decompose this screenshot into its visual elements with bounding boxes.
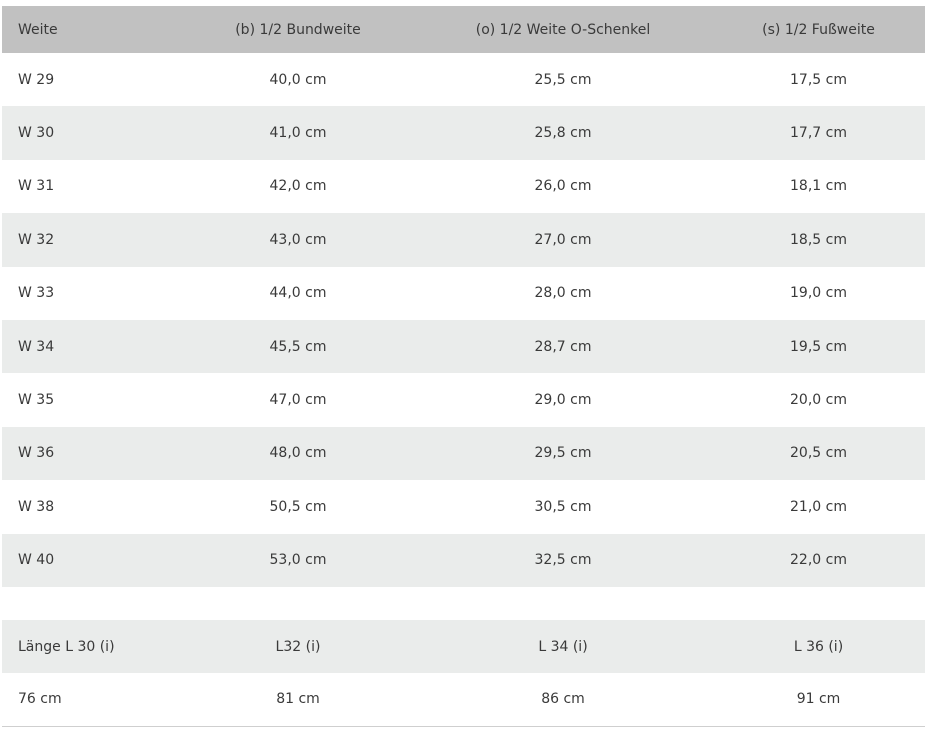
cell-o-schenkel: 30,5 cm xyxy=(534,498,592,515)
header-cell-bundweite: (b) 1/2 Bundweite xyxy=(235,21,361,38)
cell-size: W 29 xyxy=(18,71,55,88)
cell-o-schenkel: 26,0 cm xyxy=(534,178,592,195)
header-cell-o-schenkel: (o) 1/2 Weite O-Schenkel xyxy=(475,21,651,38)
cell-size: W 30 xyxy=(18,125,55,142)
cell-size: W 31 xyxy=(18,178,55,195)
length-cell-l34: L 34 (i) xyxy=(538,638,588,655)
cell-size: W 38 xyxy=(18,498,55,515)
cell-bundweite: 48,0 cm xyxy=(269,445,327,462)
table-row: W 30 41,0 cm 25,8 cm 17,7 cm xyxy=(2,106,925,160)
table-row: W 36 48,0 cm 29,5 cm 20,5 cm xyxy=(2,426,925,481)
length-values-row: 76 cm 81 cm 86 cm 91 cm xyxy=(2,673,925,727)
cell-size: W 34 xyxy=(18,338,55,355)
cell-fussweite: 19,5 cm xyxy=(790,338,847,355)
cell-fussweite: 18,1 cm xyxy=(790,178,847,195)
table-row: W 32 43,0 cm 27,0 cm 18,5 cm xyxy=(2,213,925,267)
length-cell-l30: Länge L 30 (i) xyxy=(18,638,115,655)
length-cell-l36: L 36 (i) xyxy=(793,638,844,655)
cell-o-schenkel: 28,0 cm xyxy=(534,285,592,302)
table-row: W 31 42,0 cm 26,0 cm 18,1 cm xyxy=(2,159,925,214)
header-cell-fussweite: (s) 1/2 Fußweite xyxy=(762,21,875,38)
table-row: W 34 45,5 cm 28,7 cm 19,5 cm xyxy=(2,319,925,374)
cell-fussweite: 22,0 cm xyxy=(790,552,847,569)
cell-o-schenkel: 29,0 cm xyxy=(534,392,592,409)
cell-fussweite: 20,5 cm xyxy=(790,445,847,462)
cell-bundweite: 44,0 cm xyxy=(269,285,327,302)
length-cell-l32: L32 (i) xyxy=(275,638,321,655)
length-header-row: Länge L 30 (i) L32 (i) L 34 (i) L 36 (i) xyxy=(2,619,925,674)
cell-bundweite: 53,0 cm xyxy=(269,552,327,569)
cell-bundweite: 45,5 cm xyxy=(269,338,327,355)
length-value-l30: 76 cm xyxy=(18,691,62,708)
cell-o-schenkel: 25,8 cm xyxy=(534,125,592,142)
cell-size: W 33 xyxy=(18,285,55,302)
cell-size: W 35 xyxy=(18,392,55,409)
table-row: W 33 44,0 cm 28,0 cm 19,0 cm xyxy=(2,266,925,320)
table-row: W 40 53,0 cm 32,5 cm 22,0 cm xyxy=(2,533,925,587)
table-row: W 38 50,5 cm 30,5 cm 21,0 cm xyxy=(2,480,925,534)
cell-size: W 40 xyxy=(18,552,55,569)
cell-o-schenkel: 29,5 cm xyxy=(534,445,592,462)
cell-bundweite: 42,0 cm xyxy=(269,178,327,195)
cell-fussweite: 17,7 cm xyxy=(790,125,847,142)
length-value-l34: 86 cm xyxy=(541,691,585,708)
header-cell-weite: Weite xyxy=(18,21,58,38)
cell-o-schenkel: 27,0 cm xyxy=(534,231,592,248)
cell-o-schenkel: 25,5 cm xyxy=(534,71,592,88)
cell-bundweite: 41,0 cm xyxy=(269,125,327,142)
cell-fussweite: 19,0 cm xyxy=(790,285,847,302)
length-value-l32: 81 cm xyxy=(276,691,320,708)
cell-size: W 36 xyxy=(18,445,55,462)
table-header-row: Weite (b) 1/2 Bundweite (o) 1/2 Weite O-… xyxy=(2,6,925,53)
cell-fussweite: 17,5 cm xyxy=(790,71,847,88)
cell-bundweite: 40,0 cm xyxy=(269,71,327,88)
cell-bundweite: 50,5 cm xyxy=(269,498,327,515)
cell-o-schenkel: 28,7 cm xyxy=(534,338,592,355)
cell-fussweite: 21,0 cm xyxy=(790,498,847,515)
table-row: W 29 40,0 cm 25,5 cm 17,5 cm xyxy=(2,53,925,107)
cell-bundweite: 43,0 cm xyxy=(269,231,327,248)
table-row: W 35 47,0 cm 29,0 cm 20,0 cm xyxy=(2,373,925,427)
size-table: Weite (b) 1/2 Bundweite (o) 1/2 Weite O-… xyxy=(2,6,925,727)
cell-fussweite: 18,5 cm xyxy=(790,231,847,248)
length-value-l36: 91 cm xyxy=(796,691,841,708)
table-spacer xyxy=(2,586,925,620)
cell-bundweite: 47,0 cm xyxy=(269,392,327,409)
cell-size: W 32 xyxy=(18,231,55,248)
cell-o-schenkel: 32,5 cm xyxy=(534,552,592,569)
cell-fussweite: 20,0 cm xyxy=(790,392,847,409)
